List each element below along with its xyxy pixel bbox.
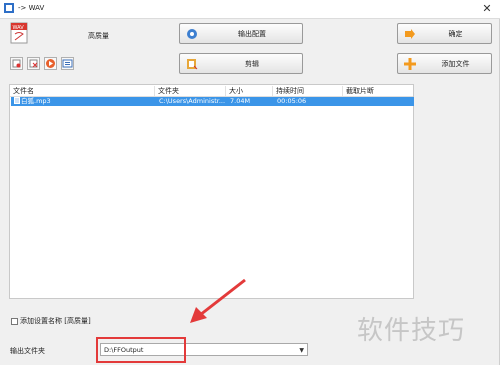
cell-duration: 00:05:06: [277, 97, 307, 105]
watermark: 软件技巧: [357, 316, 466, 346]
filename-text: 白狐.mp3: [21, 97, 51, 105]
clip-label: 剪辑: [245, 59, 259, 68]
column-header-clip[interactable]: 截取片断: [343, 86, 413, 96]
audio-file-icon: [14, 97, 20, 104]
info-icon: [62, 59, 73, 68]
output-settings-label: 输出配置: [238, 29, 266, 38]
wav-profile-icon: WAV: [10, 22, 28, 44]
app-icon: [4, 3, 14, 13]
clear-icon: [29, 59, 38, 68]
output-folder-label: 输出文件夹: [10, 347, 45, 355]
add-setting-name-option[interactable]: 添加设置名称 [高质量]: [11, 316, 91, 326]
cell-folder: C:\Users\Administr...: [159, 97, 226, 105]
table-row[interactable]: 白狐.mp3 C:\Users\Administr... 7.04M 00:05…: [11, 97, 414, 106]
annotation-highlight-box: [96, 337, 186, 363]
cell-size: 7.04M: [230, 97, 251, 105]
table-header: 文件名 文件夹 大小 持续时间 截取片断: [10, 85, 413, 97]
media-info-button[interactable]: [61, 57, 74, 70]
title-bar: -> WAV ✕: [0, 0, 500, 19]
column-header-folder[interactable]: 文件夹: [155, 86, 226, 96]
dropdown-arrow-icon[interactable]: ▼: [299, 347, 304, 354]
play-button[interactable]: [44, 57, 57, 70]
close-button[interactable]: ✕: [474, 0, 500, 18]
window-title: -> WAV: [18, 4, 45, 12]
clip-button[interactable]: 剪辑: [179, 53, 303, 74]
cell-filename: 白狐.mp3: [11, 97, 156, 106]
clear-list-button[interactable]: [27, 57, 40, 70]
play-icon: [46, 59, 55, 68]
output-settings-button[interactable]: 输出配置: [179, 23, 303, 44]
add-setting-name-label: 添加设置名称 [高质量]: [20, 317, 91, 325]
annotation-arrow-icon: [190, 278, 246, 323]
add-file-button[interactable]: 添加文件: [397, 53, 492, 74]
file-list-table[interactable]: 文件名 文件夹 大小 持续时间 截取片断 白狐.mp3 C:\Users\Adm…: [9, 84, 414, 299]
quality-label: 高质量: [88, 32, 109, 40]
add-file-label: 添加文件: [441, 59, 470, 68]
remove-file-button[interactable]: [10, 57, 23, 70]
confirm-button[interactable]: 确定: [397, 23, 492, 44]
svg-text:WAV: WAV: [13, 25, 25, 31]
cell-clip: [344, 97, 414, 106]
remove-icon: [12, 59, 21, 68]
column-header-size[interactable]: 大小: [226, 86, 273, 96]
column-header-duration[interactable]: 持续时间: [273, 86, 343, 96]
add-setting-name-checkbox[interactable]: [11, 317, 18, 325]
confirm-label: 确定: [448, 29, 463, 38]
column-header-filename[interactable]: 文件名: [10, 86, 155, 96]
